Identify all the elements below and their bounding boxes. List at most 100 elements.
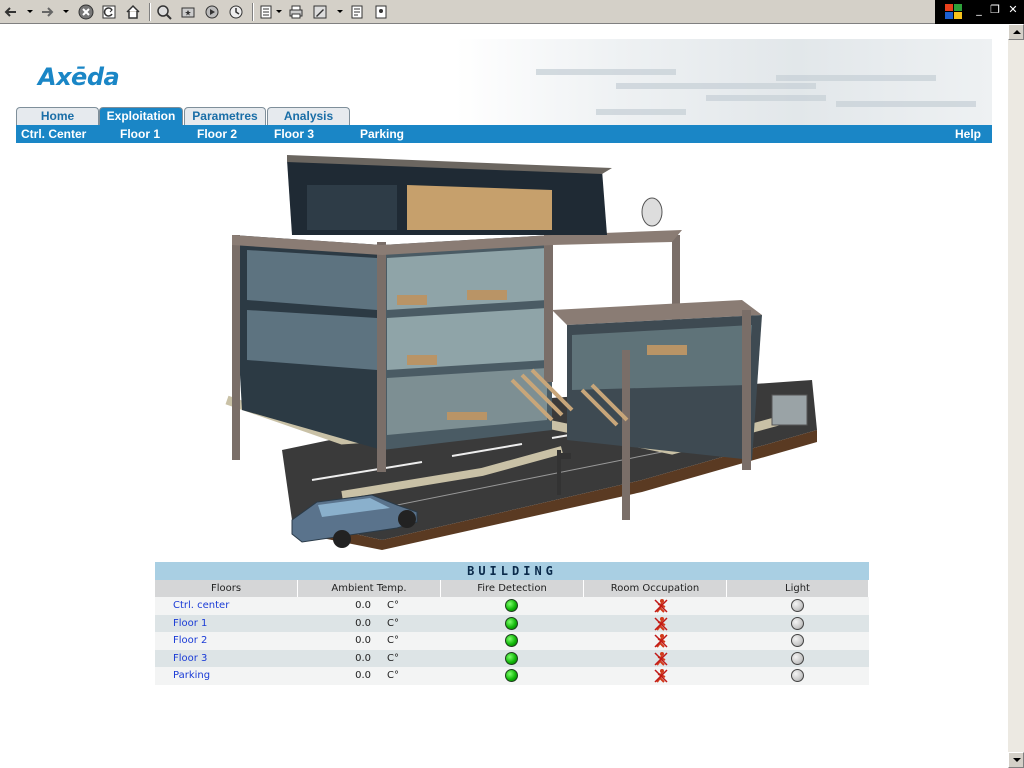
edit-icon[interactable]	[311, 3, 329, 21]
unoccupied-person-icon	[654, 616, 668, 631]
discuss-icon[interactable]	[348, 3, 366, 21]
ambient-temp-value: 0.0 C°	[298, 650, 441, 668]
fire-status-ok-icon	[505, 616, 518, 630]
arrow-up-icon	[1013, 30, 1021, 34]
room-occupation-cell	[584, 615, 727, 633]
tab-exploitation[interactable]: Exploitation	[99, 107, 183, 125]
temp-unit: C°	[387, 600, 399, 611]
light-off-icon	[791, 651, 804, 665]
fire-status-ok-icon	[505, 651, 518, 665]
fire-detection-cell	[441, 597, 584, 615]
fire-detection-cell	[441, 667, 584, 685]
media-icon[interactable]	[203, 3, 221, 21]
favorites-icon[interactable]	[179, 3, 197, 21]
column-header-light: Light	[727, 580, 869, 597]
banner-decoration	[836, 101, 976, 107]
table-header-row: Floors Ambient Temp. Fire Detection Room…	[155, 580, 869, 597]
arrow-down-icon	[1013, 758, 1021, 762]
light-cell	[727, 597, 869, 615]
scroll-down-button[interactable]	[1008, 752, 1024, 768]
temp-value: 0.0	[355, 635, 371, 646]
tab-parametres[interactable]: Parametres	[184, 107, 266, 125]
fire-detection-cell	[441, 632, 584, 650]
mail-dropdown-icon[interactable]	[276, 10, 282, 13]
floor-link[interactable]: Floor 2	[155, 632, 298, 650]
floor-link[interactable]: Ctrl. center	[155, 597, 298, 615]
light-cell	[727, 615, 869, 633]
fire-detection-cell	[441, 615, 584, 633]
header-banner: Axēda Home Exploitation Parametres Analy…	[16, 39, 992, 125]
light-cell	[727, 632, 869, 650]
ambient-temp-value: 0.0 C°	[298, 615, 441, 633]
room-occupation-cell	[584, 650, 727, 668]
subnav-parking[interactable]: Parking	[360, 125, 404, 143]
unoccupied-person-icon	[654, 599, 668, 613]
restore-icon[interactable]: ❐	[989, 4, 1001, 16]
help-link[interactable]: Help	[955, 125, 981, 143]
temp-value: 0.0	[355, 670, 371, 681]
column-header-room-occupation: Room Occupation	[584, 580, 727, 597]
page-container: Axēda Home Exploitation Parametres Analy…	[16, 39, 992, 143]
temp-unit: C°	[387, 670, 399, 681]
unoccupied-person-icon	[654, 669, 668, 683]
table-row: Floor 2 0.0 C°	[155, 632, 869, 650]
forward-dropdown-icon[interactable]	[63, 10, 69, 13]
floor-link[interactable]: Parking	[155, 667, 298, 685]
history-icon[interactable]	[227, 3, 245, 21]
floor-link[interactable]: Floor 3	[155, 650, 298, 668]
axeda-logo[interactable]: Axēda	[38, 63, 120, 91]
column-header-floors: Floors	[155, 580, 298, 597]
table-row: Floor 3 0.0 C°	[155, 649, 869, 668]
scroll-up-button[interactable]	[1008, 24, 1024, 40]
subnav-floor-1[interactable]: Floor 1	[120, 125, 160, 143]
stop-icon[interactable]	[77, 3, 95, 21]
minimize-icon[interactable]: _	[973, 4, 985, 16]
subnav-floor-2[interactable]: Floor 2	[197, 125, 237, 143]
toolbar-separator	[149, 3, 151, 21]
back-dropdown-icon[interactable]	[27, 10, 33, 13]
browser-toolbar	[0, 0, 935, 24]
windows-logo-icon	[943, 3, 965, 21]
light-off-icon	[791, 616, 804, 630]
subnav-floor-3[interactable]: Floor 3	[274, 125, 314, 143]
room-occupation-cell	[584, 667, 727, 685]
ambient-temp-value: 0.0 C°	[298, 597, 441, 615]
room-occupation-cell	[584, 632, 727, 650]
building-3d-illustration[interactable]	[222, 150, 818, 552]
table-title: BUILDING	[155, 562, 869, 580]
vertical-scrollbar[interactable]	[1008, 24, 1024, 768]
edit-dropdown-icon[interactable]	[337, 10, 343, 13]
floor-link[interactable]: Floor 1	[155, 615, 298, 633]
close-icon[interactable]: ✕	[1007, 4, 1019, 16]
temp-value: 0.0	[355, 652, 371, 664]
banner-decoration	[596, 109, 686, 115]
light-cell	[727, 650, 869, 668]
banner-decoration	[536, 69, 676, 75]
refresh-icon[interactable]	[100, 3, 118, 21]
tab-home[interactable]: Home	[16, 107, 99, 125]
banner-decoration	[706, 95, 826, 101]
back-icon[interactable]	[2, 3, 20, 21]
home-icon[interactable]	[124, 3, 142, 21]
mail-icon[interactable]	[258, 3, 276, 21]
window-title-controls: _ ❐ ✕	[935, 0, 1024, 24]
temp-unit: C°	[387, 635, 399, 646]
tab-analysis[interactable]: Analysis	[267, 107, 350, 125]
forward-icon[interactable]	[38, 3, 56, 21]
room-occupation-cell	[584, 597, 727, 615]
messenger-icon[interactable]	[372, 3, 390, 21]
table-row: Parking 0.0 C°	[155, 667, 869, 685]
temp-value: 0.0	[355, 600, 371, 611]
column-header-fire-detection: Fire Detection	[441, 580, 584, 597]
unoccupied-person-icon	[654, 651, 668, 666]
print-icon[interactable]	[287, 3, 305, 21]
ambient-temp-value: 0.0 C°	[298, 632, 441, 650]
search-icon[interactable]	[155, 3, 173, 21]
fire-status-ok-icon	[505, 634, 518, 647]
banner-decoration	[776, 75, 936, 81]
table-row: Ctrl. center 0.0 C°	[155, 597, 869, 615]
building-status-table: BUILDING Floors Ambient Temp. Fire Detec…	[155, 562, 869, 685]
light-cell	[727, 667, 869, 685]
table-row: Floor 1 0.0 C°	[155, 614, 869, 633]
subnav-ctrl-center[interactable]: Ctrl. Center	[21, 125, 86, 143]
